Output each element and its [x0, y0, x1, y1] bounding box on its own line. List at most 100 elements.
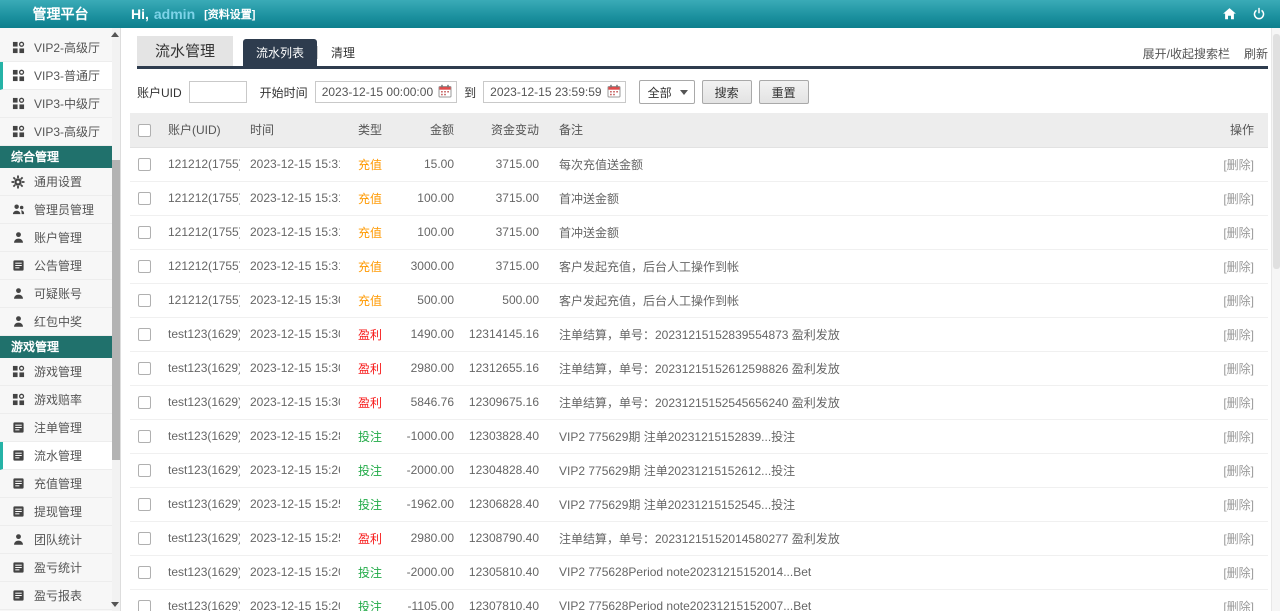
type-badge: 投注	[358, 498, 382, 512]
page-scrollbar-thumb[interactable]	[1273, 34, 1280, 269]
row-checkbox[interactable]	[138, 294, 151, 307]
row-checkbox[interactable]	[138, 396, 151, 409]
home-icon[interactable]	[1222, 7, 1237, 22]
page-scrollbar[interactable]	[1271, 28, 1280, 611]
col-header-change: 资金变动	[462, 113, 545, 147]
cell-checkbox	[130, 487, 160, 521]
sidebar-item[interactable]: 团队统计	[0, 526, 120, 554]
select-all-checkbox[interactable]	[138, 124, 151, 137]
delete-link[interactable]: [删除]	[1223, 430, 1254, 444]
power-icon[interactable]	[1252, 7, 1266, 21]
sidebar-item[interactable]: 红包中奖	[0, 308, 120, 336]
cell-time: 2023-12-15 15:31:35	[240, 249, 340, 283]
gear-icon	[11, 175, 25, 189]
cell-account: test123(1629)	[160, 555, 240, 589]
type-badge: 盈利	[358, 396, 382, 410]
cell-type: 盈利	[340, 317, 400, 351]
row-checkbox[interactable]	[138, 192, 151, 205]
doc-icon	[11, 589, 25, 602]
row-checkbox[interactable]	[138, 532, 151, 545]
sidebar-item[interactable]: VIP3-中级厅	[0, 90, 120, 118]
sidebar-item[interactable]: 提现管理	[0, 498, 120, 526]
delete-link[interactable]: [删除]	[1223, 600, 1254, 611]
cell-type: 充值	[340, 215, 400, 249]
row-checkbox[interactable]	[138, 498, 151, 511]
sidebar-item[interactable]: 盈亏统计	[0, 554, 120, 582]
sidebar-scrollbar-thumb[interactable]	[112, 160, 120, 460]
sidebar-item[interactable]: 盈亏报表	[0, 582, 120, 610]
cell-account: 121212(1755)	[160, 181, 240, 215]
delete-link[interactable]: [删除]	[1223, 464, 1254, 478]
row-checkbox[interactable]	[138, 430, 151, 443]
sidebar-item[interactable]: 注单管理	[0, 414, 120, 442]
cell-action: [删除]	[1190, 283, 1268, 317]
calendar-icon[interactable]	[607, 84, 621, 101]
delete-link[interactable]: [删除]	[1223, 158, 1254, 172]
cell-action: [删除]	[1190, 147, 1268, 181]
delete-link[interactable]: [删除]	[1223, 498, 1254, 512]
sidebar-item[interactable]: 游戏赔率	[0, 386, 120, 414]
toggle-search-link[interactable]: 展开/收起搜索栏	[1143, 45, 1230, 62]
row-checkbox[interactable]	[138, 226, 151, 239]
sidebar-item-label: 通用设置	[34, 173, 82, 190]
start-time-input[interactable]: 2023-12-15 00:00:00	[315, 81, 457, 103]
table-row: 121212(1755)2023-12-15 15:31:35充值100.003…	[130, 215, 1268, 249]
cell-account: 121212(1755)	[160, 283, 240, 317]
tab-flow-list[interactable]: 流水列表	[243, 39, 317, 66]
row-checkbox[interactable]	[138, 566, 151, 579]
delete-link[interactable]: [删除]	[1223, 226, 1254, 240]
scroll-down-icon[interactable]	[111, 602, 119, 607]
row-checkbox[interactable]	[138, 600, 151, 611]
cell-action: [删除]	[1190, 317, 1268, 351]
refresh-link[interactable]: 刷新	[1244, 45, 1268, 62]
row-checkbox[interactable]	[138, 464, 151, 477]
delete-link[interactable]: [删除]	[1223, 532, 1254, 546]
calendar-icon[interactable]	[438, 84, 452, 101]
uid-input[interactable]	[189, 81, 247, 103]
delete-link[interactable]: [删除]	[1223, 396, 1254, 410]
cell-account: 121212(1755)	[160, 215, 240, 249]
delete-link[interactable]: [删除]	[1223, 260, 1254, 274]
sidebar-item[interactable]: 游戏管理	[0, 358, 120, 386]
sidebar-item[interactable]: 账户管理	[0, 224, 120, 252]
sidebar-item-label: VIP3-普通厅	[34, 67, 100, 84]
cell-time: 2023-12-15 15:30:20	[240, 317, 340, 351]
search-button[interactable]: 搜索	[702, 80, 752, 104]
delete-link[interactable]: [删除]	[1223, 294, 1254, 308]
sidebar-section-header: 游戏管理	[0, 336, 120, 358]
cell-account: test123(1629)	[160, 419, 240, 453]
reset-button[interactable]: 重置	[759, 80, 809, 104]
tab-cleanup[interactable]: 清理	[318, 39, 368, 66]
sidebar-item[interactable]: 流水管理	[0, 442, 120, 470]
cell-type: 盈利	[340, 521, 400, 555]
sidebar-item[interactable]: VIP3-普通厅	[0, 62, 120, 90]
delete-link[interactable]: [删除]	[1223, 192, 1254, 206]
cell-amount: 3000.00	[400, 249, 462, 283]
sidebar-item-label: 公告管理	[34, 257, 82, 274]
row-checkbox[interactable]	[138, 260, 151, 273]
sidebar-item[interactable]: 管理员管理	[0, 196, 120, 224]
end-time-input[interactable]: 2023-12-15 23:59:59	[483, 81, 625, 103]
delete-link[interactable]: [删除]	[1223, 328, 1254, 342]
table-row: test123(1629)2023-12-15 15:20:07投注-1105.…	[130, 589, 1268, 611]
delete-link[interactable]: [删除]	[1223, 362, 1254, 376]
sidebar-item[interactable]: 充值管理	[0, 470, 120, 498]
sidebar-item[interactable]: 可疑账号	[0, 280, 120, 308]
hall-icon	[11, 97, 25, 110]
profile-settings-link[interactable]: [资料设置]	[204, 6, 255, 22]
scroll-up-icon[interactable]	[111, 32, 119, 37]
sidebar-item[interactable]: VIP2-高级厅	[0, 34, 120, 62]
type-badge: 盈利	[358, 328, 382, 342]
sidebar-item[interactable]: 通用设置	[0, 168, 120, 196]
row-checkbox[interactable]	[138, 158, 151, 171]
cell-remark: VIP2 775629期 注单20231215152612...投注	[545, 453, 1190, 487]
sidebar-item[interactable]: VIP3-高级厅	[0, 118, 120, 146]
sidebar-item[interactable]: 公告管理	[0, 252, 120, 280]
sidebar-scrollbar[interactable]	[112, 28, 120, 611]
cell-remark: 注单结算，单号：20231215152839554873 盈利发放	[545, 317, 1190, 351]
row-checkbox[interactable]	[138, 328, 151, 341]
cell-checkbox	[130, 317, 160, 351]
delete-link[interactable]: [删除]	[1223, 566, 1254, 580]
row-checkbox[interactable]	[138, 362, 151, 375]
type-filter-select[interactable]: 全部	[639, 80, 695, 104]
